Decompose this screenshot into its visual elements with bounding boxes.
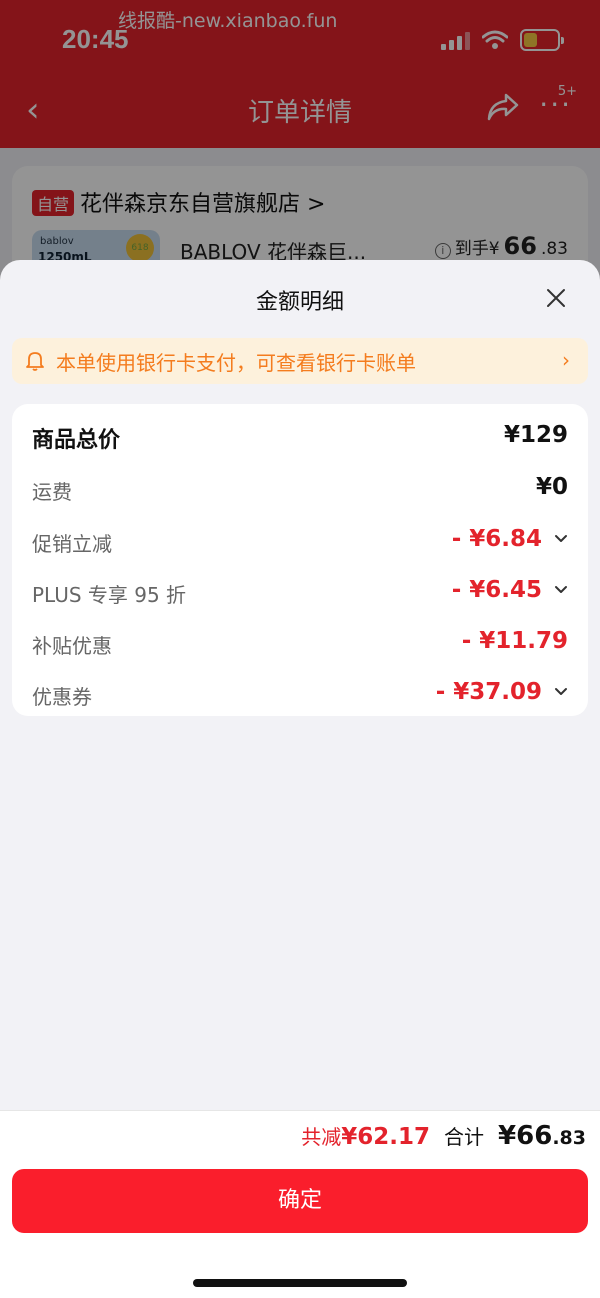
row-subsidy: 补贴优惠 - ¥11.79: [12, 618, 588, 668]
home-indicator[interactable]: [193, 1279, 407, 1287]
saved-summary: 共减¥62.17: [301, 1121, 430, 1150]
row-promotion[interactable]: 促销立减 - ¥6.84: [12, 516, 588, 566]
row-label: 运费: [32, 480, 72, 504]
chevron-down-icon[interactable]: [554, 583, 568, 597]
row-value: ¥129: [503, 422, 568, 448]
chevron-down-icon[interactable]: [554, 532, 568, 546]
amount-detail-card: 商品总价 ¥129 运费 ¥0 促销立减 - ¥6.84 PLUS 专享 95 …: [12, 404, 588, 716]
chevron-down-icon[interactable]: [554, 685, 568, 699]
row-goods-total: 商品总价 ¥129: [12, 412, 588, 462]
row-label: 促销立减: [32, 532, 112, 556]
total-summary: 共减¥62.17 合计 ¥66.83: [301, 1121, 586, 1151]
notice-text: 本单使用银行卡支付，可查看银行卡账单: [56, 350, 416, 375]
chevron-right-icon: ›: [562, 348, 570, 372]
total-prefix: ¥: [498, 1121, 517, 1151]
row-value: - ¥37.09: [435, 679, 542, 705]
sheet-title: 金额明细: [255, 290, 344, 315]
total-decimal: .83: [552, 1127, 586, 1149]
saved-amount: ¥62.17: [341, 1124, 431, 1150]
total-label: 合计: [444, 1125, 485, 1149]
row-label: PLUS 专享 95 折: [32, 583, 187, 607]
bank-card-notice[interactable]: 本单使用银行卡支付，可查看银行卡账单 ›: [12, 338, 588, 384]
confirm-button[interactable]: 确定: [12, 1169, 588, 1233]
row-coupon[interactable]: 优惠券 - ¥37.09: [12, 669, 588, 719]
saved-label: 共减: [301, 1125, 342, 1149]
row-value: - ¥11.79: [461, 628, 568, 654]
row-value: - ¥6.84: [451, 526, 542, 552]
total-amount: ¥66.83: [498, 1121, 586, 1151]
row-label: 优惠券: [32, 685, 92, 709]
row-label: 商品总价: [32, 428, 121, 453]
sheet-footer: 共减¥62.17 合计 ¥66.83 确定: [0, 1110, 600, 1298]
row-shipping: 运费 ¥0: [12, 464, 588, 514]
row-label: 补贴优惠: [32, 634, 112, 658]
close-icon[interactable]: [544, 286, 568, 310]
row-value: ¥0: [535, 474, 568, 500]
total-integer: 66: [516, 1121, 553, 1151]
row-plus-discount[interactable]: PLUS 专享 95 折 - ¥6.45: [12, 567, 588, 617]
bell-icon: [26, 351, 46, 371]
row-value: - ¥6.45: [451, 577, 542, 603]
